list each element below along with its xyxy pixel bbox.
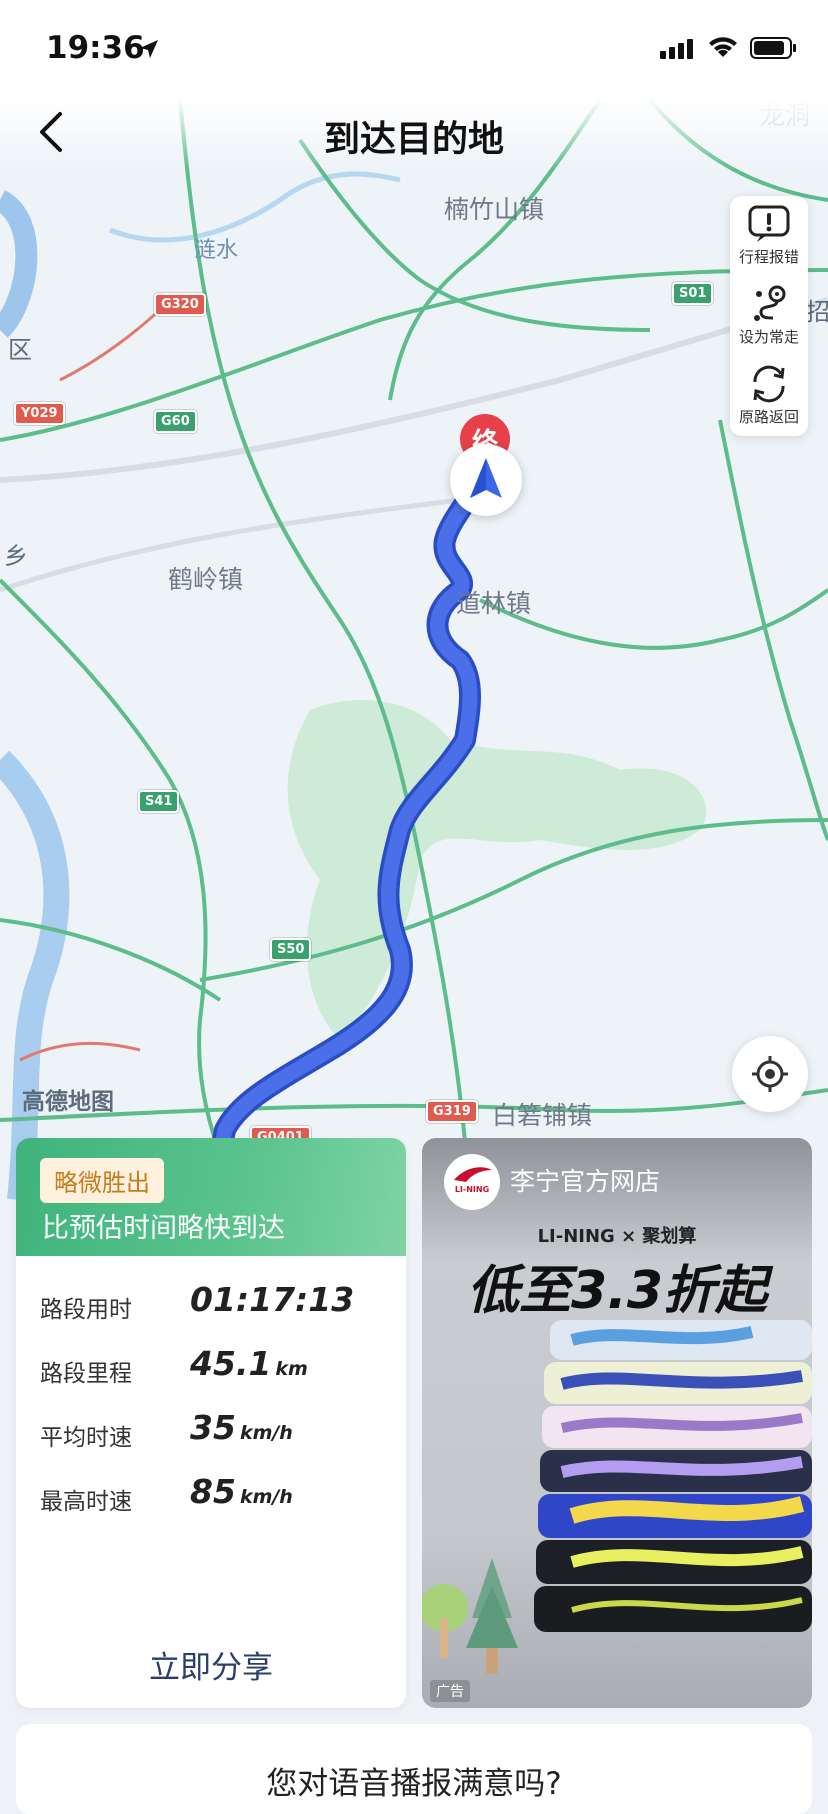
place-label-baizhupu: 白箬铺镇: [492, 1101, 593, 1130]
stat-row-duration: 路段用时 01:17:13: [40, 1280, 390, 1330]
road-shield: G320: [154, 293, 206, 316]
place-label-daolinzhen: 道林镇: [456, 589, 532, 618]
location-arrow-icon: [140, 40, 158, 58]
trip-summary-card: 略微胜出 比预估时间略快到达 路段用时 01:17:13 路段里程 45.1 km…: [16, 1138, 406, 1708]
tool-label: 设为常走: [738, 328, 799, 346]
return-route-icon: [753, 365, 785, 403]
road-shield: G319: [426, 1100, 478, 1123]
tool-label: 行程报错: [738, 248, 799, 266]
place-label-nanzhushan: 楠竹山镇: [444, 195, 545, 224]
place-label-district: 区: [8, 336, 32, 364]
stat-value: 35 km/h: [190, 1408, 293, 1447]
road-shield: S41: [138, 790, 180, 813]
road-shield: Y029: [14, 402, 65, 425]
li-ning-logo: LI-NING: [444, 1154, 500, 1210]
result-subtitle: 比预估时间略快到达: [42, 1213, 285, 1244]
ad-banner[interactable]: LI-NING 李宁官方网店 LI-NING × 聚划算 低至3.3折起 广告: [422, 1138, 812, 1708]
voice-feedback-card[interactable]: 您对语音播报满意吗?: [16, 1724, 812, 1814]
place-label-helingzhen: 鹤岭镇: [168, 565, 244, 594]
crosshair-icon: [752, 1056, 788, 1092]
share-button[interactable]: 立即分享: [16, 1642, 406, 1687]
trip-summary-header: 略微胜出 比预估时间略快到达: [16, 1138, 406, 1256]
stat-value: 85 km/h: [190, 1472, 293, 1511]
report-error-icon: [748, 205, 790, 242]
stat-value: 01:17:13: [190, 1280, 355, 1319]
route-favorite-icon: [754, 285, 786, 321]
ad-tag: 广告: [430, 1680, 470, 1702]
map-attribution: 高德地图: [22, 1089, 114, 1115]
stat-row-average-speed: 平均时速 35 km/h: [40, 1408, 390, 1458]
stat-label: 最高时速: [40, 1489, 132, 1515]
stat-row-distance: 路段里程 45.1 km: [40, 1344, 390, 1394]
map-tools-panel: 行程报错 设为常走 原路返回: [730, 196, 808, 436]
road-shield: S01: [672, 282, 714, 305]
status-bar: 19:36: [0, 0, 828, 98]
result-badge: 略微胜出: [40, 1158, 164, 1203]
current-location-marker: [450, 444, 522, 516]
status-time: 19:36: [46, 30, 145, 66]
voice-feedback-question: 您对语音播报满意吗?: [266, 1766, 562, 1802]
stat-label: 平均时速: [40, 1425, 132, 1451]
stat-label: 路段用时: [40, 1297, 132, 1323]
trip-report-error-button[interactable]: 行程报错: [730, 196, 808, 274]
tool-label: 原路返回: [738, 408, 799, 426]
ad-headline: 低至3.3折起: [466, 1261, 768, 1321]
wifi-icon: [709, 37, 737, 57]
locate-me-button[interactable]: [732, 1036, 808, 1112]
page-title: 到达目的地: [323, 119, 504, 160]
stat-value: 45.1 km: [190, 1344, 308, 1383]
navigation-arrow-icon: [470, 458, 502, 498]
header: 到达目的地: [0, 98, 828, 170]
road-shield: S50: [270, 938, 312, 961]
stat-label: 路段里程: [40, 1361, 132, 1387]
road-shield: G60: [154, 410, 197, 433]
map-canvas: [0, 98, 828, 1200]
place-label-zhao: 招: [806, 298, 828, 326]
battery-icon: [750, 37, 796, 59]
li-ning-swoosh-icon: [454, 1167, 492, 1182]
return-original-route-button[interactable]: 原路返回: [730, 356, 808, 434]
ad-brands: LI-NING × 聚划算: [537, 1226, 697, 1247]
set-frequent-route-button[interactable]: 设为常走: [730, 276, 808, 354]
place-label-xiang: 乡: [4, 542, 28, 570]
ad-product-image: [422, 1320, 812, 1674]
cellular-signal-icon: [660, 39, 693, 59]
stat-row-max-speed: 最高时速 85 km/h: [40, 1472, 390, 1522]
map-view[interactable]: 终 楠竹山镇 鹤岭镇 道林镇 白箬铺镇 龙洞 涟水 区 乡 招 G320 G60…: [0, 0, 828, 1200]
ad-shop-name: 李宁官方网店: [510, 1167, 661, 1196]
river-label-lianshui: 涟水: [194, 238, 239, 263]
